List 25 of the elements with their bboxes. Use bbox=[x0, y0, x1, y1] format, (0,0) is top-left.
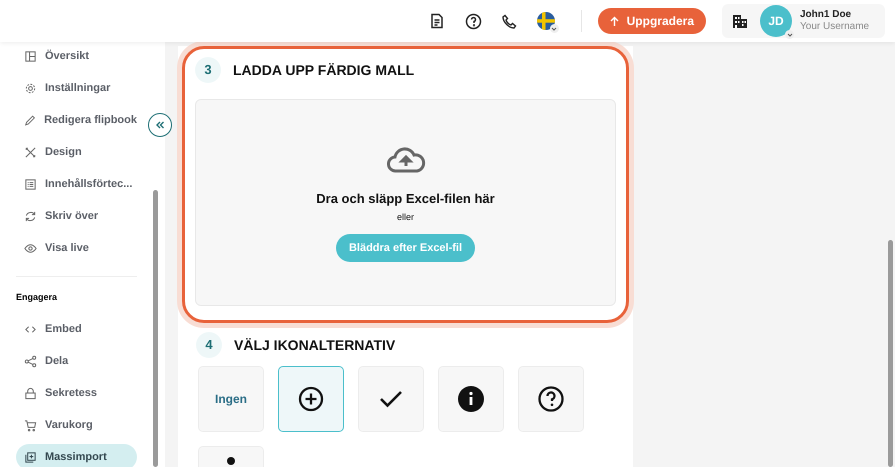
sidebar-item[interactable]: Sekretess bbox=[16, 380, 137, 406]
sidebar-item[interactable]: Design bbox=[16, 139, 137, 165]
step-number: 4 bbox=[196, 332, 222, 358]
sidebar-item[interactable]: Varukorg bbox=[16, 412, 137, 438]
sidebar-item[interactable]: Visa live bbox=[16, 235, 137, 261]
user-name: John1 Doe bbox=[800, 9, 852, 21]
section-title: LADDA UPP FÄRDIG MALL bbox=[233, 60, 414, 80]
drop-zone[interactable]: Dra och släpp Excel-filen här eller Bläddra efter Excel-fil bbox=[195, 99, 616, 306]
drop-instructions: Dra och släpp Excel-filen här bbox=[316, 190, 495, 208]
section-heading: Engagera bbox=[16, 291, 58, 304]
sidebar-item[interactable]: Innehållsförtec... bbox=[16, 171, 137, 197]
sidebar-item[interactable]: Redigera flipbook bbox=[16, 107, 137, 133]
sidebar-item[interactable]: Inställningar bbox=[16, 75, 137, 101]
sidebar-item[interactable]: Översikt bbox=[16, 43, 137, 69]
sidebar-item[interactable]: Massimport bbox=[16, 444, 137, 467]
step-number: 3 bbox=[195, 57, 221, 83]
sidebar-item[interactable]: Embed bbox=[16, 316, 137, 342]
username: Your Username bbox=[800, 21, 870, 33]
or-text: eller bbox=[396, 210, 414, 224]
sidebar-item[interactable]: Dela bbox=[16, 348, 137, 374]
section-title: VÄLJ IKONALTERNATIV bbox=[234, 336, 396, 354]
icon-option[interactable]: Ingen bbox=[198, 366, 264, 432]
sidebar-item[interactable]: Skriv över bbox=[16, 203, 137, 229]
account-panel[interactable]: JD John1 Doe Your Username bbox=[722, 4, 885, 38]
upgrade-button[interactable]: Uppgradera bbox=[598, 8, 706, 34]
